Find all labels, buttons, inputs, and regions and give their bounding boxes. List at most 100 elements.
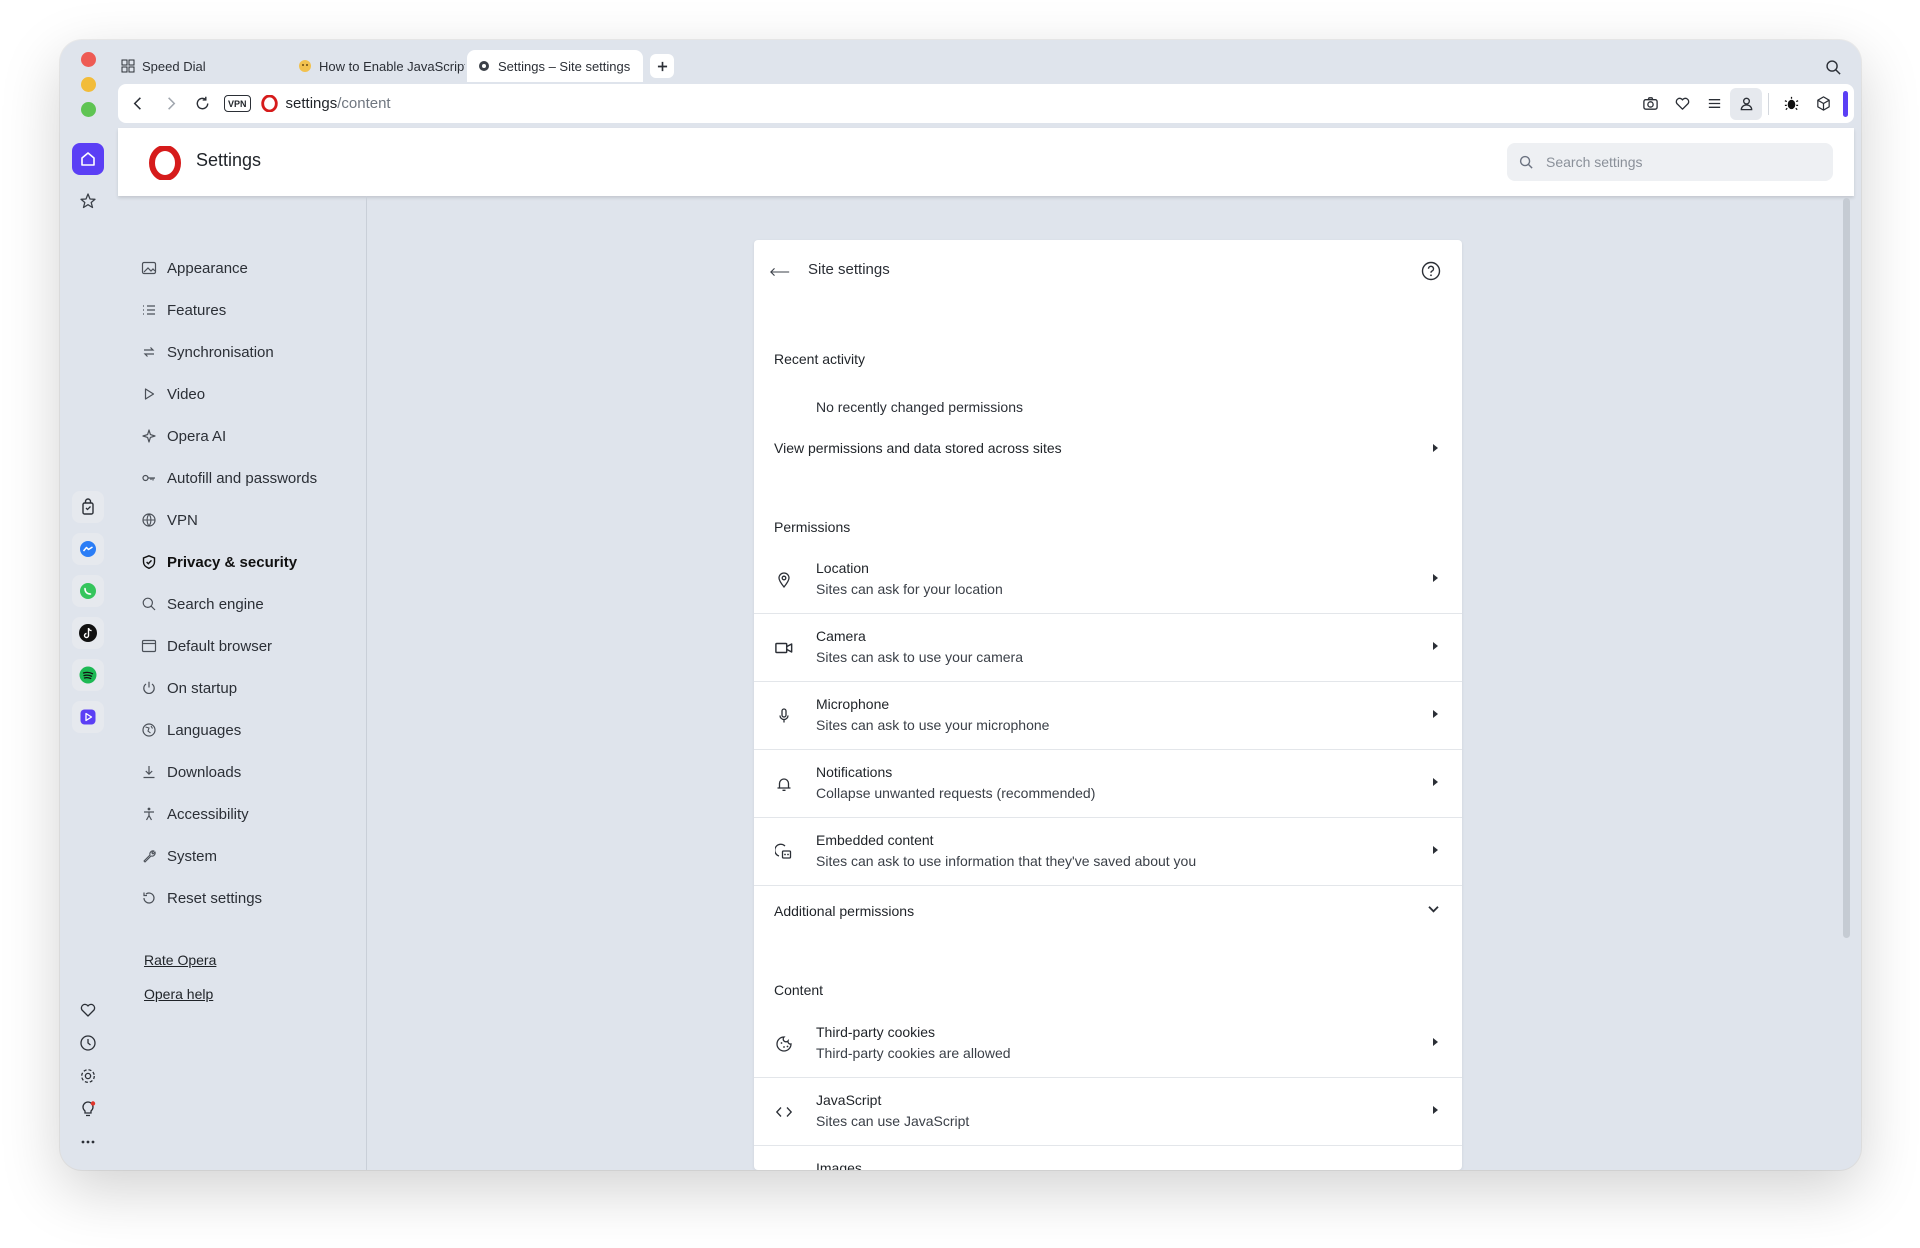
back-button[interactable] [122, 88, 154, 120]
sidebar-tips-button[interactable] [72, 1093, 104, 1125]
sidebar-player-button[interactable] [72, 701, 104, 733]
row-subtitle: Third-party cookies are allowed [816, 1045, 1011, 1061]
heart-icon [80, 1003, 96, 1017]
sidebar [60, 40, 116, 1170]
bookmark-heart-button[interactable] [1666, 88, 1698, 120]
nav-item-opera-ai[interactable]: Opera AI [141, 421, 226, 451]
nav-item-label: Appearance [167, 259, 248, 277]
tab-speed-dial[interactable]: Speed Dial [111, 50, 281, 82]
additional-permissions-toggle[interactable]: Additional permissions [754, 886, 1462, 936]
nav-item-accessibility[interactable]: Accessibility [141, 799, 249, 829]
more-dots-icon [81, 1140, 95, 1144]
sidebar-favorites-button[interactable] [72, 994, 104, 1026]
nav-item-label: VPN [167, 511, 198, 529]
help-button[interactable] [1420, 260, 1442, 282]
row-title: Embedded content [816, 832, 934, 848]
tab-settings[interactable]: Settings – Site settings [467, 50, 643, 82]
nav-item-downloads[interactable]: Downloads [141, 757, 241, 787]
content-row-javascript[interactable]: JavaScript Sites can use JavaScript [754, 1078, 1462, 1146]
sidebar-tiktok-button[interactable] [72, 617, 104, 649]
permission-row-camera[interactable]: Camera Sites can ask to use your camera [754, 614, 1462, 682]
sidebar-shopping-button[interactable] [72, 491, 104, 523]
row-title: Notifications [816, 764, 893, 780]
forward-button[interactable] [154, 88, 186, 120]
nav-item-label: System [167, 847, 218, 865]
nav-item-label: Autofill and passwords [167, 469, 318, 487]
nav-item-features[interactable]: Features [141, 295, 226, 325]
cube-icon [1816, 96, 1830, 111]
nav-item-languages[interactable]: Languages [141, 715, 241, 745]
home-button[interactable] [72, 143, 104, 175]
extensions-cube-button[interactable] [1807, 88, 1839, 120]
recent-activity-heading: Recent activity [774, 351, 866, 367]
chevron-right-icon [1433, 778, 1438, 786]
extension-bug-button[interactable] [1775, 88, 1807, 120]
close-window-button[interactable] [81, 52, 96, 67]
view-permissions-row[interactable]: View permissions and data stored across … [754, 424, 1462, 472]
permission-row-notifications[interactable]: Notifications Collapse unwanted requests… [754, 750, 1462, 818]
menu-lines-icon [1708, 99, 1720, 108]
nav-item-default-browser[interactable]: Default browser [141, 631, 272, 661]
user-icon [1740, 97, 1752, 111]
page-scrollbar[interactable] [1843, 198, 1850, 938]
maximize-window-button[interactable] [81, 102, 96, 117]
nav-item-system[interactable]: System [141, 841, 217, 871]
chevron-down-icon [1428, 906, 1439, 913]
list-icon [143, 305, 155, 315]
chevron-right-icon [1433, 1038, 1438, 1046]
content-row-images[interactable]: Images [754, 1146, 1462, 1170]
tab-search-button[interactable] [1822, 56, 1844, 78]
nav-item-reset-settings[interactable]: Reset settings [141, 883, 262, 913]
address-bar[interactable]: settings/content [286, 95, 391, 112]
additional-permissions-label: Additional permissions [774, 903, 915, 919]
permission-row-location[interactable]: Location Sites can ask for your location [754, 546, 1462, 614]
nav-item-synchronisation[interactable]: Synchronisation [141, 337, 274, 367]
row-subtitle: Collapse unwanted requests (recommended) [816, 785, 1096, 801]
sidebar-messenger-button[interactable] [72, 533, 104, 565]
settings-search[interactable] [1507, 143, 1833, 181]
back-arrow-button[interactable] [768, 260, 792, 284]
chevron-right-icon [1433, 444, 1438, 452]
nav-item-vpn[interactable]: VPN [141, 505, 198, 535]
nav-item-privacy-security[interactable]: Privacy & security [141, 547, 297, 577]
recent-activity-empty: No recently changed permissions [816, 399, 1023, 415]
nav-item-autofill-passwords[interactable]: Autofill and passwords [141, 463, 317, 493]
nav-item-search-engine[interactable]: Search engine [141, 589, 264, 619]
tiktok-icon [79, 624, 97, 642]
whatsapp-icon [80, 583, 96, 599]
row-title: Third-party cookies [816, 1024, 936, 1040]
nav-item-video[interactable]: Video [141, 379, 205, 409]
permission-row-microphone[interactable]: Microphone Sites can ask to use your mic… [754, 682, 1462, 750]
messenger-icon [80, 541, 96, 557]
sidebar-settings-button[interactable] [72, 1060, 104, 1092]
nav-item-appearance[interactable]: Appearance [141, 253, 248, 283]
opera-help-link[interactable]: Opera help [144, 986, 213, 1002]
chevron-right-icon [1433, 574, 1438, 582]
shield-icon [142, 555, 156, 570]
image-icon [141, 261, 157, 275]
tab-label: Settings – Site settings [498, 58, 631, 74]
sidebar-spotify-button[interactable] [72, 659, 104, 691]
sidebar-more-button[interactable] [72, 1126, 104, 1158]
search-input[interactable] [1546, 154, 1806, 170]
easy-setup-button[interactable] [1698, 88, 1730, 120]
url-host: settings [285, 95, 338, 112]
browser-window: Speed Dial How to Enable JavaScript Sett… [60, 40, 1861, 1170]
power-icon [143, 681, 155, 695]
content-row-third-party-cookies[interactable]: Third-party cookies Third-party cookies … [754, 1010, 1462, 1078]
tab-javascript-article[interactable]: How to Enable JavaScript [288, 50, 465, 82]
permission-row-embedded-content[interactable]: Embedded content Sites can ask to use in… [754, 818, 1462, 886]
vpn-badge[interactable]: VPN [224, 95, 251, 112]
new-tab-button[interactable] [650, 54, 674, 78]
rate-opera-link[interactable]: Rate Opera [144, 952, 216, 968]
code-icon [774, 1102, 794, 1122]
minimize-window-button[interactable] [81, 77, 96, 92]
snapshot-button[interactable] [1634, 88, 1666, 120]
reload-button[interactable] [186, 88, 218, 120]
nav-item-on-startup[interactable]: On startup [141, 673, 237, 703]
bookmarks-star-button[interactable] [72, 185, 104, 217]
sidebar-whatsapp-button[interactable] [72, 575, 104, 607]
profile-button[interactable] [1730, 87, 1762, 120]
sidebar-history-button[interactable] [72, 1027, 104, 1059]
chevron-right-icon [1433, 642, 1438, 650]
